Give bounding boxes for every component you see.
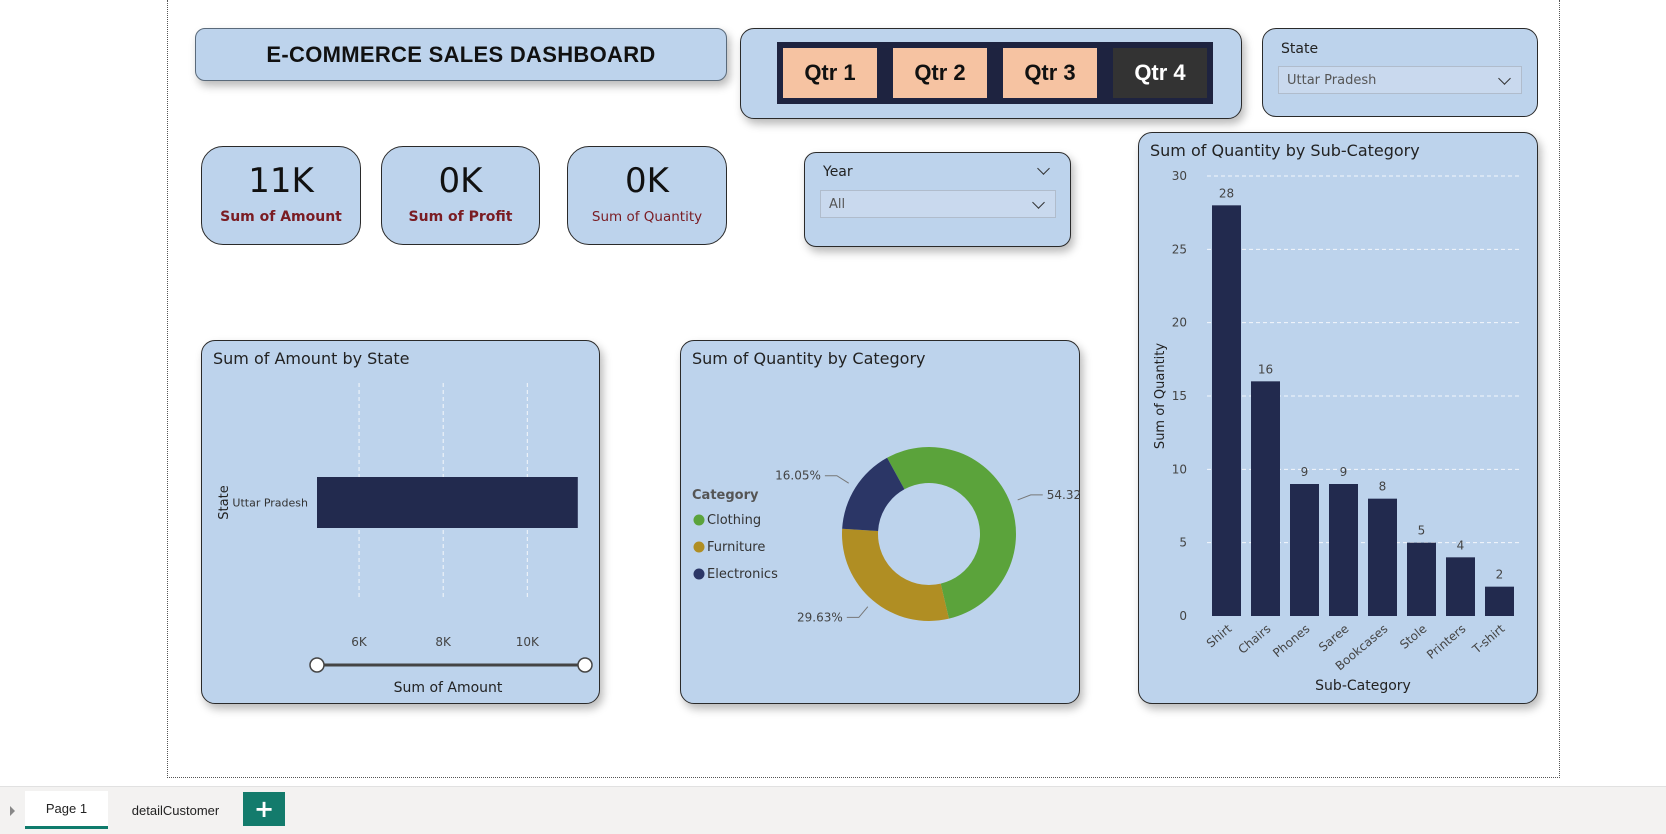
qtr-4-button[interactable]: Qtr 4: [1107, 42, 1213, 104]
amount-by-state-chart: Sum of Amount by State 6K 8K 10K Uttar Prad…: [201, 340, 600, 704]
y-tick-label: 0: [1179, 609, 1187, 623]
legend-marker: [693, 568, 705, 580]
x-tick-label: Chairs: [1235, 622, 1273, 657]
bar: [1290, 484, 1319, 616]
y-tick-label: 15: [1172, 389, 1187, 403]
kpi-sum-of-quantity: 0K Sum of Quantity: [567, 146, 727, 245]
x-tick-label: 6K: [351, 635, 368, 649]
y-tick-label: 30: [1172, 169, 1187, 183]
quantity-by-category-chart: Sum of Quantity by Category Category Clot…: [680, 340, 1081, 704]
x-axis-title: Sub-Category: [1315, 678, 1411, 694]
bar: [1446, 557, 1475, 616]
qtr-3-button[interactable]: Qtr 3: [997, 42, 1103, 104]
scroll-left-icon[interactable]: [10, 806, 15, 816]
legend-title: Category: [692, 488, 759, 503]
x-tick-label: 10K: [516, 635, 540, 649]
y-tick-label: 25: [1172, 242, 1187, 256]
data-label: 28: [1219, 186, 1234, 200]
year-dropdown[interactable]: All: [820, 190, 1056, 218]
year-dropdown-value: All: [829, 196, 846, 212]
legend-item: Electronics: [707, 567, 778, 582]
range-slider-handle: [577, 657, 593, 673]
data-label: 9: [1340, 465, 1348, 479]
quarter-slicer: Qtr 1 Qtr 2 Qtr 3 Qtr 4: [740, 28, 1242, 119]
chevron-down-icon[interactable]: [1037, 162, 1050, 175]
page-tab-bar: Page 1 detailCustomer +: [0, 786, 1666, 834]
data-label: 4: [1457, 538, 1465, 552]
data-label: 54.32%: [1047, 488, 1081, 502]
data-label-leader: [1017, 494, 1043, 501]
dashboard-title: E-COMMERCE SALES DASHBOARD: [195, 28, 727, 81]
chevron-down-icon: [1498, 72, 1511, 85]
kpi-value: 11K: [248, 161, 314, 201]
data-label: 29.63%: [797, 610, 843, 624]
kpi-sum-of-profit: 0K Sum of Profit: [381, 146, 540, 245]
bar: [1368, 498, 1397, 616]
data-label: 8: [1379, 480, 1387, 494]
quantity-by-category-svg: Category Clothing Furniture Electronics 54.3…: [692, 446, 1081, 624]
tab-detail-customer[interactable]: detailCustomer: [118, 791, 233, 829]
y-tick-label: 5: [1179, 536, 1187, 550]
donut-slice: [842, 528, 949, 621]
data-label: 2: [1496, 568, 1504, 582]
legend-marker: [693, 514, 705, 526]
state-dropdown-value: Uttar Pradesh: [1287, 72, 1377, 88]
bar: [1485, 586, 1514, 616]
bar: [1212, 205, 1241, 616]
qtr-1-button[interactable]: Qtr 1: [777, 42, 883, 104]
bar: [1251, 381, 1280, 616]
x-axis-title: Sum of Amount: [394, 680, 503, 696]
data-label: 16.05%: [775, 469, 821, 483]
y-tick-label: 10: [1172, 462, 1187, 476]
x-tick-label: 8K: [435, 635, 452, 649]
y-axis-title: Sum of Quantity: [1153, 343, 1168, 449]
kpi-sum-of-amount: 11K Sum of Amount: [201, 146, 361, 245]
kpi-value: 0K: [438, 161, 483, 201]
amount-by-state-svg: 6K 8K 10K Uttar PradeshState Sum of Amount: [217, 383, 593, 696]
y-tick-label: 20: [1172, 316, 1187, 330]
data-label-leader: [824, 475, 849, 484]
x-tick-label: T-shirt: [1469, 621, 1508, 657]
bar: [1407, 542, 1436, 616]
legend-item: Furniture: [707, 540, 765, 555]
y-axis-title: State: [217, 485, 232, 519]
data-label-leader: [846, 606, 869, 618]
bar: [1329, 484, 1358, 616]
quantity-by-subcategory-chart: Sum of Quantity by Sub-Category 0 5 10 15 20…: [1138, 132, 1538, 704]
tab-page-1[interactable]: Page 1: [25, 791, 108, 829]
x-tick-label: Shirt: [1204, 621, 1235, 650]
x-tick-label: Printers: [1424, 622, 1468, 662]
legend-marker: [693, 541, 705, 553]
kpi-label: Sum of Profit: [408, 209, 513, 225]
chevron-down-icon: [1032, 196, 1045, 209]
year-slicer: Year All: [804, 152, 1071, 247]
year-slicer-label: Year: [823, 164, 853, 180]
state-slicer: State Uttar Pradesh: [1262, 28, 1538, 117]
x-tick-label: Phones: [1270, 622, 1312, 661]
legend-item: Clothing: [707, 513, 761, 528]
data-label: 5: [1418, 524, 1426, 538]
state-dropdown[interactable]: Uttar Pradesh: [1278, 66, 1522, 94]
kpi-value: 0K: [625, 161, 669, 201]
bar: [317, 477, 578, 528]
x-tick-label: Stole: [1397, 622, 1429, 652]
y-category-label: Uttar Pradesh: [232, 497, 308, 510]
kpi-label: Sum of Quantity: [591, 209, 703, 225]
quarter-button-row: Qtr 1 Qtr 2 Qtr 3 Qtr 4: [777, 42, 1213, 104]
qtr-2-button[interactable]: Qtr 2: [887, 42, 993, 104]
x-tick-label: Saree: [1316, 622, 1351, 655]
data-label: 16: [1258, 362, 1273, 376]
kpi-label: Sum of Amount: [220, 209, 342, 225]
state-slicer-label: State: [1281, 41, 1319, 57]
data-label: 9: [1301, 465, 1309, 479]
range-slider-handle: [309, 657, 325, 673]
quantity-by-subcategory-svg: 05101520253028Shirt16Chairs9Phones9Saree…: [1153, 169, 1519, 694]
add-page-button[interactable]: +: [243, 792, 285, 826]
